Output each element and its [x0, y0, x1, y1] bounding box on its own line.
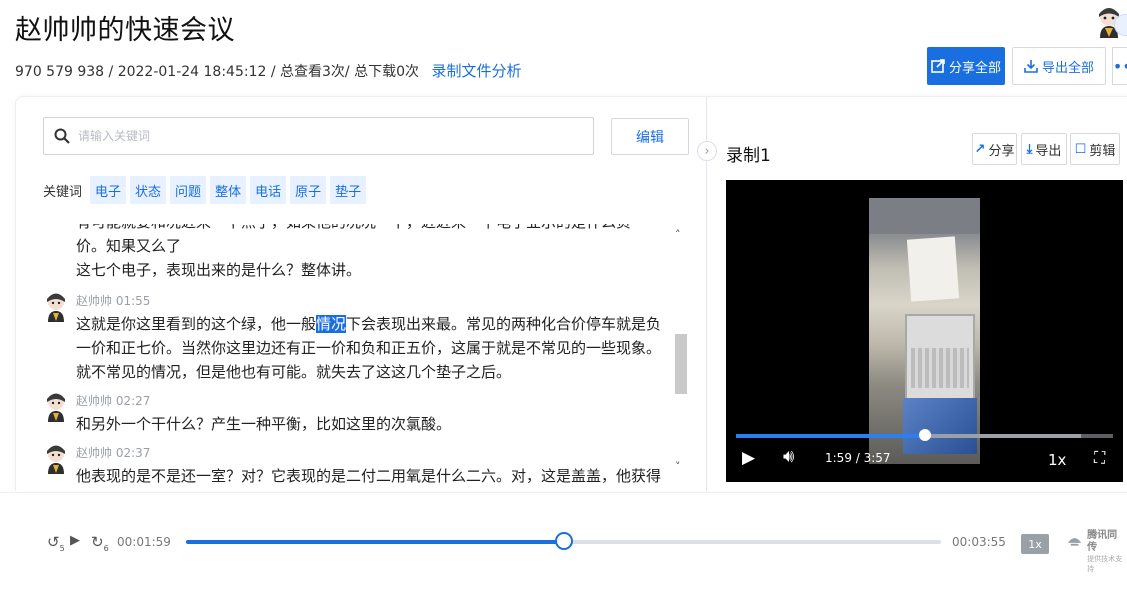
speaker-avatar: [47, 393, 65, 422]
recording-export-label: 导出: [1035, 143, 1062, 159]
keyword-label: 关键词: [43, 184, 83, 200]
crop-icon: ☐: [1074, 141, 1087, 157]
share-all-label: 分享全部: [948, 60, 1001, 76]
keyword-tag[interactable]: 电话: [250, 176, 287, 204]
segment-text: 这就是你这里看到的这个绿，他一般情况下会表现出来最。常见的两种化合价停车就是负一…: [76, 312, 673, 384]
transcript-scrollbar[interactable]: ˄ ˅: [673, 228, 689, 478]
audio-progress-fill: [186, 540, 564, 544]
scroll-up-icon[interactable]: ˄: [675, 228, 681, 241]
volume-icon[interactable]: 🔊︎: [783, 446, 794, 467]
video-speed-button[interactable]: 1x: [1048, 451, 1066, 469]
video-scene: [906, 236, 960, 302]
chevron-right-icon: ›: [704, 143, 710, 159]
collapse-panel-button[interactable]: ›: [697, 141, 717, 161]
rewind-5-label: 5: [59, 544, 65, 553]
transcript-segment: 赵帅帅 01:55 这就是你这里看到的这个绿，他一般情况下会表现出来最。常见的两…: [43, 290, 673, 384]
meeting-stats: / 总查看3次/ 总下载0次: [270, 64, 419, 80]
scroll-down-icon[interactable]: ˅: [675, 460, 681, 473]
keyword-tag[interactable]: 问题: [170, 176, 207, 204]
meeting-datetime: / 2022-01-24 18:45:12: [108, 64, 267, 80]
forward-6-icon[interactable]: ↻6: [91, 533, 109, 553]
keyword-tag[interactable]: 状态: [130, 176, 167, 204]
video-scene: [869, 198, 980, 234]
fullscreen-icon[interactable]: ⛶: [1094, 448, 1105, 468]
more-button[interactable]: •••: [1112, 47, 1127, 85]
video-time: 1:59 / 3:57: [825, 451, 891, 465]
transcript-segment: 赵帅帅 02:37 他表现的是不是还一室？对？它表现的是二付二用氧是什么二六。对…: [43, 442, 673, 486]
segment-text-part: 这就是你这里看到的这个绿，他一般: [76, 315, 317, 333]
search-icon: [54, 128, 70, 144]
recording-title: 录制1: [726, 146, 771, 166]
recording-share-label: 分享: [988, 143, 1015, 159]
recording-analysis-link[interactable]: 录制文件分析: [431, 62, 521, 80]
recording-clip-button[interactable]: ☐ 剪辑: [1070, 133, 1120, 165]
share-icon: [931, 59, 945, 73]
edit-button[interactable]: 编辑: [611, 118, 689, 155]
tencent-logo-icon: [1067, 538, 1082, 546]
speaker-timestamp[interactable]: 赵帅帅 01:55: [76, 290, 673, 312]
video-frame: [869, 198, 980, 464]
segment-text: 有可能就要和况近来一下点了，如果他的况况一下，近近来一下电子业示的是什么负一价。…: [76, 224, 646, 255]
keyword-row: 关键词 电子 状态 问题 整体 电话 原子 垫子: [43, 176, 367, 204]
total-duration: 00:03:55: [952, 535, 1006, 549]
meeting-meta: 970 579 938 / 2022-01-24 18:45:12 / 总查看3…: [15, 60, 521, 81]
download-icon: [1024, 60, 1038, 73]
speaker-avatar: [47, 293, 65, 322]
video-progress-knob[interactable]: [918, 429, 931, 441]
play-icon[interactable]: ▶: [742, 448, 755, 468]
segment-text: 他表现的是不是还一室？对？它表现的是二付二用氧是什么二六。对，这是盖盖，他获得两…: [76, 467, 662, 485]
export-all-label: 导出全部: [1041, 60, 1094, 76]
download-icon: ⤓: [1026, 141, 1033, 157]
meeting-id: 970 579 938: [15, 64, 105, 80]
keyword-tag[interactable]: 原子: [290, 176, 327, 204]
keyword-tag[interactable]: 垫子: [330, 176, 367, 204]
brand-name: 腾讯同传: [1087, 530, 1118, 553]
audio-progress-knob[interactable]: [554, 532, 573, 550]
keyword-tag[interactable]: 电子: [90, 176, 127, 204]
scrollbar-thumb[interactable]: [675, 334, 687, 394]
brand-badge: 腾讯同传 提供技术支持: [1066, 530, 1127, 574]
speaker-avatar: [47, 445, 65, 474]
current-time: 00:01:59: [117, 535, 171, 549]
video-scene: [903, 398, 977, 454]
keyword-tag[interactable]: 整体: [210, 176, 247, 204]
segment-text: 这七个电子，表现出来的是什么？整体讲。: [76, 261, 362, 279]
search-highlight: 情况: [316, 315, 347, 333]
transcript-list[interactable]: 有可能就要和况近来一下点了，如果他的况况一下，近近来一下电子业示的是什么负一价。…: [43, 224, 673, 486]
recording-export-button[interactable]: ⤓ 导出: [1021, 133, 1067, 165]
search-input[interactable]: [78, 129, 558, 143]
brand-subtitle: 提供技术支持: [1087, 555, 1123, 573]
recording-share-button[interactable]: ↗ 分享: [972, 133, 1017, 165]
export-all-button[interactable]: 导出全部: [1012, 47, 1106, 85]
playback-speed-button[interactable]: 1x: [1021, 534, 1049, 554]
recording-clip-label: 剪辑: [1089, 143, 1116, 159]
page-title: 赵帅帅的快速会议: [15, 15, 235, 46]
forward-6-label: 6: [103, 544, 109, 553]
transcript-segment: 有可能就要和况近来一下点了，如果他的况况一下，近近来一下电子业示的是什么负一价。…: [43, 224, 673, 282]
rewind-5-icon[interactable]: ↺5: [47, 533, 65, 553]
share-all-button[interactable]: 分享全部: [927, 47, 1005, 85]
play-icon[interactable]: ▶: [70, 533, 80, 548]
video-progress-fill: [736, 434, 925, 438]
video-player[interactable]: ▶ 🔊︎ 1:59 / 3:57 1x ⛶: [726, 180, 1123, 482]
video-scene: [911, 348, 969, 388]
speaker-timestamp[interactable]: 赵帅帅 02:27: [76, 390, 673, 412]
segment-text: 和另外一个干什么？产生一种平衡，比如这里的次氯酸。: [76, 415, 452, 433]
keyword-search[interactable]: [43, 117, 594, 155]
speaker-timestamp[interactable]: 赵帅帅 02:37: [76, 442, 673, 464]
transcript-segment: 赵帅帅 02:27 和另外一个干什么？产生一种平衡，比如这里的次氯酸。: [43, 390, 673, 436]
share-icon: ↗: [974, 141, 986, 157]
